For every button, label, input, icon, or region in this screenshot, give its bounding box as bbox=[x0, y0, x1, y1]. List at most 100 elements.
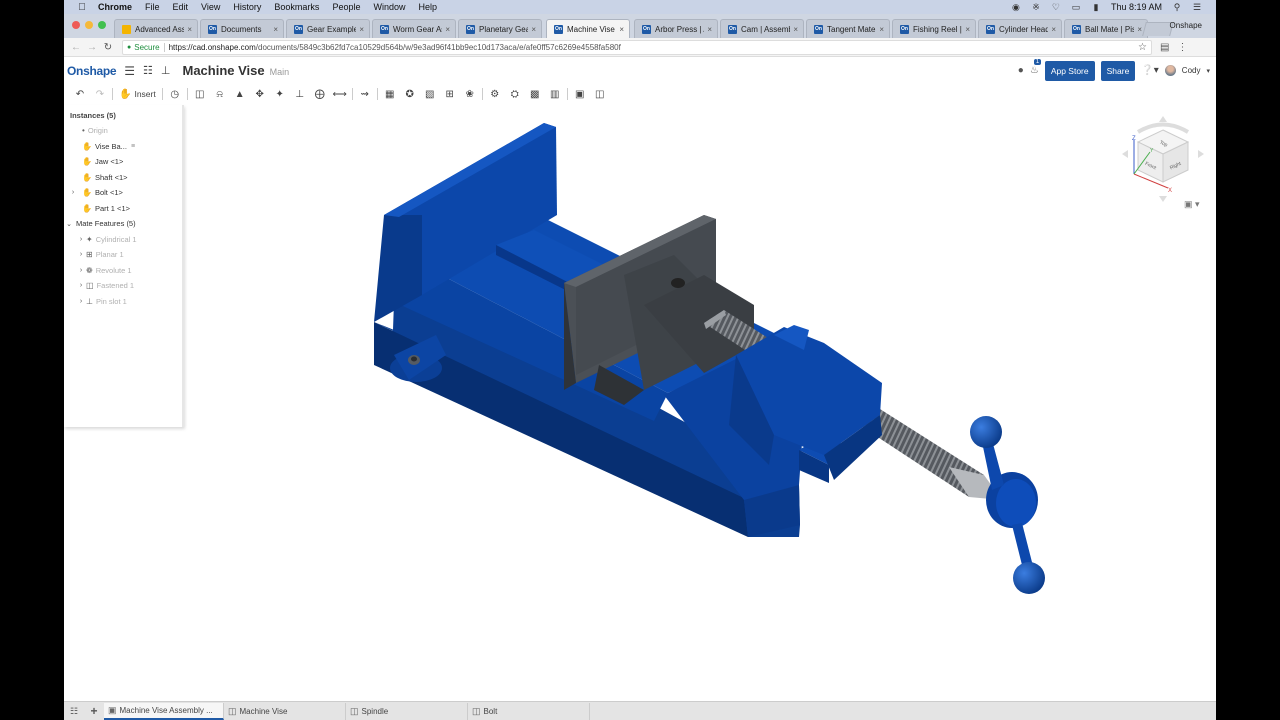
browser-tab[interactable]: On Documents × bbox=[200, 19, 284, 38]
bluetooth-icon[interactable]: ※ bbox=[1031, 2, 1041, 12]
explode-icon[interactable]: ▣ bbox=[570, 85, 590, 103]
help-icon[interactable]: ❔▾ bbox=[1141, 65, 1158, 76]
comments-icon[interactable]: ● bbox=[1018, 65, 1024, 76]
close-tab-icon[interactable]: × bbox=[531, 25, 536, 34]
menu-bookmarks[interactable]: Bookmarks bbox=[274, 2, 319, 12]
parallel-mate-icon[interactable]: ⟷ bbox=[330, 85, 350, 103]
cylindrical-mate-icon[interactable]: ✦ bbox=[270, 85, 290, 103]
linear-pattern-icon[interactable]: ▧ bbox=[420, 85, 440, 103]
gear-relation-icon[interactable]: ⚙ bbox=[485, 85, 505, 103]
view-left-arrow[interactable] bbox=[1122, 150, 1128, 158]
notification-center-icon[interactable]: ☰ bbox=[1192, 2, 1202, 12]
menu-view[interactable]: View bbox=[201, 2, 220, 12]
url-input[interactable]: ● Secure https://cad.onshape.com/documen… bbox=[122, 39, 1152, 55]
workspace-branch[interactable]: Main bbox=[270, 67, 290, 77]
menu-people[interactable]: People bbox=[332, 2, 360, 12]
chevron-right-icon[interactable]: › bbox=[76, 282, 86, 289]
mate-feature-item[interactable]: › ⊞ Planar 1 bbox=[64, 247, 182, 263]
group-icon[interactable]: ▦ bbox=[380, 85, 400, 103]
close-tab-icon[interactable]: × bbox=[707, 25, 712, 34]
element-tab[interactable]: ▣ Machine Vise Assembly ... bbox=[104, 702, 224, 720]
chevron-right-icon[interactable]: › bbox=[76, 298, 86, 305]
document-menu-icon[interactable]: ☰ bbox=[124, 64, 135, 78]
mate-connector-icon[interactable]: ⇝ bbox=[355, 85, 375, 103]
screw-relation-icon[interactable]: ▩ bbox=[525, 85, 545, 103]
mate-feature-item[interactable]: › ◫ Fastened 1 bbox=[64, 278, 182, 294]
menu-file[interactable]: File bbox=[145, 2, 160, 12]
rack-pinion-icon[interactable]: ⛭ bbox=[505, 85, 525, 103]
browser-tab[interactable]: On Fishing Reel | F× bbox=[892, 19, 976, 38]
wifi-icon[interactable]: ♡ bbox=[1051, 2, 1061, 12]
close-tab-icon[interactable]: × bbox=[187, 25, 192, 34]
document-title[interactable]: Machine Vise bbox=[182, 63, 264, 78]
chevron-right-icon[interactable]: › bbox=[76, 267, 86, 274]
browser-tab[interactable]: Advanced Asse× bbox=[114, 19, 198, 38]
replicate-icon[interactable]: ✪ bbox=[400, 85, 420, 103]
fastened-mate-icon[interactable]: ◫ bbox=[190, 85, 210, 103]
clock[interactable]: Thu 8:19 AM bbox=[1111, 2, 1162, 12]
maximize-window-button[interactable] bbox=[98, 21, 106, 29]
cast-extension-icon[interactable]: ▤ bbox=[1160, 42, 1169, 53]
circular-pattern-icon[interactable]: ⊞ bbox=[440, 85, 460, 103]
chevron-right-icon[interactable]: › bbox=[76, 251, 86, 258]
view-down-arrow[interactable] bbox=[1159, 196, 1167, 202]
close-tab-icon[interactable]: × bbox=[619, 25, 624, 34]
ball-mate-icon[interactable]: ⨁ bbox=[310, 85, 330, 103]
chevron-right-icon[interactable]: › bbox=[68, 189, 78, 196]
bookmark-star-icon[interactable]: ☆ bbox=[1138, 42, 1147, 53]
revolute-mate-icon[interactable]: ⍾ bbox=[210, 85, 230, 103]
close-tab-icon[interactable]: × bbox=[445, 25, 450, 34]
close-tab-icon[interactable]: × bbox=[879, 25, 884, 34]
app-store-button[interactable]: App Store bbox=[1044, 60, 1095, 81]
chevron-right-icon[interactable]: › bbox=[76, 236, 86, 243]
minimize-window-button[interactable] bbox=[85, 21, 93, 29]
section-view-icon[interactable]: ◫ bbox=[590, 85, 610, 103]
history-icon[interactable]: ◷ bbox=[165, 85, 185, 103]
menu-help[interactable]: Help bbox=[418, 2, 437, 12]
user-menu[interactable]: Cody bbox=[1182, 66, 1201, 75]
mate-features-header-row[interactable]: ⌄ Mate Features (5) bbox=[64, 216, 182, 232]
browser-tab[interactable]: On Gear Example |× bbox=[286, 19, 370, 38]
apple-menu-icon[interactable]:  bbox=[76, 2, 88, 13]
feature-list-icon[interactable]: ☷ bbox=[143, 64, 153, 77]
close-tab-icon[interactable]: × bbox=[1137, 25, 1142, 34]
redo-icon[interactable]: ↷ bbox=[90, 85, 110, 103]
machine-vise-model[interactable] bbox=[64, 105, 1216, 700]
mate-feature-item[interactable]: › ✦ Cylindrical 1 bbox=[64, 232, 182, 248]
notifications-icon[interactable]: ♨ 1 bbox=[1030, 59, 1042, 76]
browser-tab[interactable]: On Arbor Press | A × bbox=[634, 19, 718, 38]
close-tab-icon[interactable]: × bbox=[793, 25, 798, 34]
menu-edit[interactable]: Edit bbox=[173, 2, 189, 12]
menu-chrome[interactable]: Chrome bbox=[98, 2, 132, 12]
close-tab-icon[interactable]: × bbox=[1051, 25, 1056, 34]
element-tab[interactable]: ◫ Bolt bbox=[468, 702, 590, 720]
airplay-icon[interactable]: ▭ bbox=[1071, 2, 1081, 12]
element-tab[interactable]: ◫ Spindle bbox=[346, 702, 468, 720]
browser-tab[interactable]: On Worm Gear Ass× bbox=[372, 19, 456, 38]
close-tab-icon[interactable]: × bbox=[359, 25, 364, 34]
battery-icon[interactable]: ▮ bbox=[1091, 2, 1101, 12]
chrome-menu-icon[interactable]: ⋮ bbox=[1177, 42, 1187, 53]
reload-icon[interactable]: ↻ bbox=[100, 42, 116, 53]
configurations-icon[interactable]: ⊥ bbox=[161, 64, 171, 77]
onshape-logo[interactable]: Onshape bbox=[67, 64, 117, 78]
linear-relation-icon[interactable]: ▥ bbox=[545, 85, 565, 103]
instance-item[interactable]: ✋ Shaft <1> bbox=[64, 170, 182, 186]
avatar[interactable] bbox=[1164, 65, 1176, 76]
browser-tab[interactable]: On Cam | Assembly× bbox=[720, 19, 804, 38]
instance-item[interactable]: • Origin bbox=[64, 123, 182, 139]
tangent-mate-icon[interactable]: ❀ bbox=[460, 85, 480, 103]
planar-mate-icon[interactable]: ✥ bbox=[250, 85, 270, 103]
back-icon[interactable]: ← bbox=[68, 42, 84, 53]
instance-item[interactable]: ✋ Part 1 <1> bbox=[64, 201, 182, 217]
close-window-button[interactable] bbox=[72, 21, 80, 29]
graphics-viewport[interactable] bbox=[64, 105, 1216, 700]
view-right-arrow[interactable] bbox=[1198, 150, 1204, 158]
view-mode-dropdown[interactable]: ▣ ▾ bbox=[1184, 199, 1200, 210]
profile-name[interactable]: Onshape bbox=[1170, 21, 1202, 30]
chevron-down-icon[interactable]: ⌄ bbox=[64, 220, 74, 228]
insert-button[interactable]: ✋ Insert bbox=[115, 89, 160, 100]
browser-tab[interactable]: On Machine Vise | × bbox=[546, 19, 630, 38]
instance-item[interactable]: ✋ Jaw <1> bbox=[64, 154, 182, 170]
slider-mate-icon[interactable]: ▲ bbox=[230, 85, 250, 103]
